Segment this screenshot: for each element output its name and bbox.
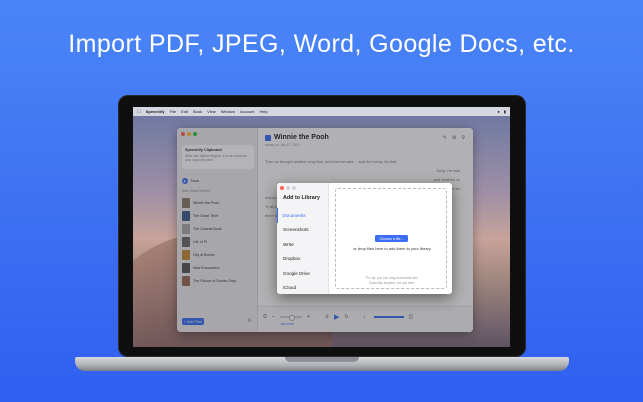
menu-help[interactable]: Help xyxy=(259,109,267,114)
dialog-sidebar: Add to Library Documents Screenshots Wri… xyxy=(277,183,329,294)
source-icloud[interactable]: iCloud xyxy=(277,281,329,295)
add-to-library-dialog: Add to Library Documents Screenshots Wri… xyxy=(277,183,452,294)
source-documents[interactable]: Documents xyxy=(277,208,329,223)
file-drop-zone[interactable]: Choose a file... or drop files here to a… xyxy=(335,188,447,289)
menubar-app-name[interactable]: Speechify xyxy=(146,109,165,114)
menu-edit[interactable]: Edit xyxy=(181,109,188,114)
laptop-screen:  Speechify File Edit Book View Window A… xyxy=(133,107,510,347)
app-window: Speechify Clipboard After the action beg… xyxy=(177,128,473,332)
laptop-notch xyxy=(285,357,359,362)
headline: Import PDF, JPEG, Word, Google Docs, etc… xyxy=(68,30,575,58)
battery-icon[interactable]: ▮ xyxy=(504,109,506,114)
drop-instructions: or drop files here to add them to your l… xyxy=(353,246,431,251)
pro-tip: Pro tip: you can drag documents into Spe… xyxy=(336,276,448,285)
source-google-drive[interactable]: Google Drive xyxy=(277,266,329,281)
minimize-dialog-icon xyxy=(286,186,290,190)
source-write[interactable]: Write xyxy=(277,237,329,252)
zoom-dialog-icon xyxy=(292,186,296,190)
menu-account[interactable]: Account xyxy=(240,109,254,114)
wifi-icon[interactable]: ● xyxy=(497,109,499,114)
source-dropbox[interactable]: Dropbox xyxy=(277,252,329,267)
menu-book[interactable]: Book xyxy=(193,109,202,114)
choose-file-button[interactable]: Choose a file... xyxy=(375,235,408,242)
menu-window[interactable]: Window xyxy=(221,109,235,114)
dialog-title: Add to Library xyxy=(283,195,320,201)
menu-file[interactable]: File xyxy=(170,109,176,114)
menu-view[interactable]: View xyxy=(207,109,216,114)
pro-tip-line: Speechify anytime, not just here. xyxy=(368,280,416,285)
source-screenshots[interactable]: Screenshots xyxy=(277,223,329,238)
macos-menubar:  Speechify File Edit Book View Window A… xyxy=(133,107,510,116)
apple-icon[interactable]:  xyxy=(137,109,141,115)
menubar-status-icons: ● ▮ xyxy=(497,109,506,114)
source-menu: Documents Screenshots Write Dropbox Goog… xyxy=(277,208,329,294)
close-dialog-icon[interactable] xyxy=(280,186,284,190)
